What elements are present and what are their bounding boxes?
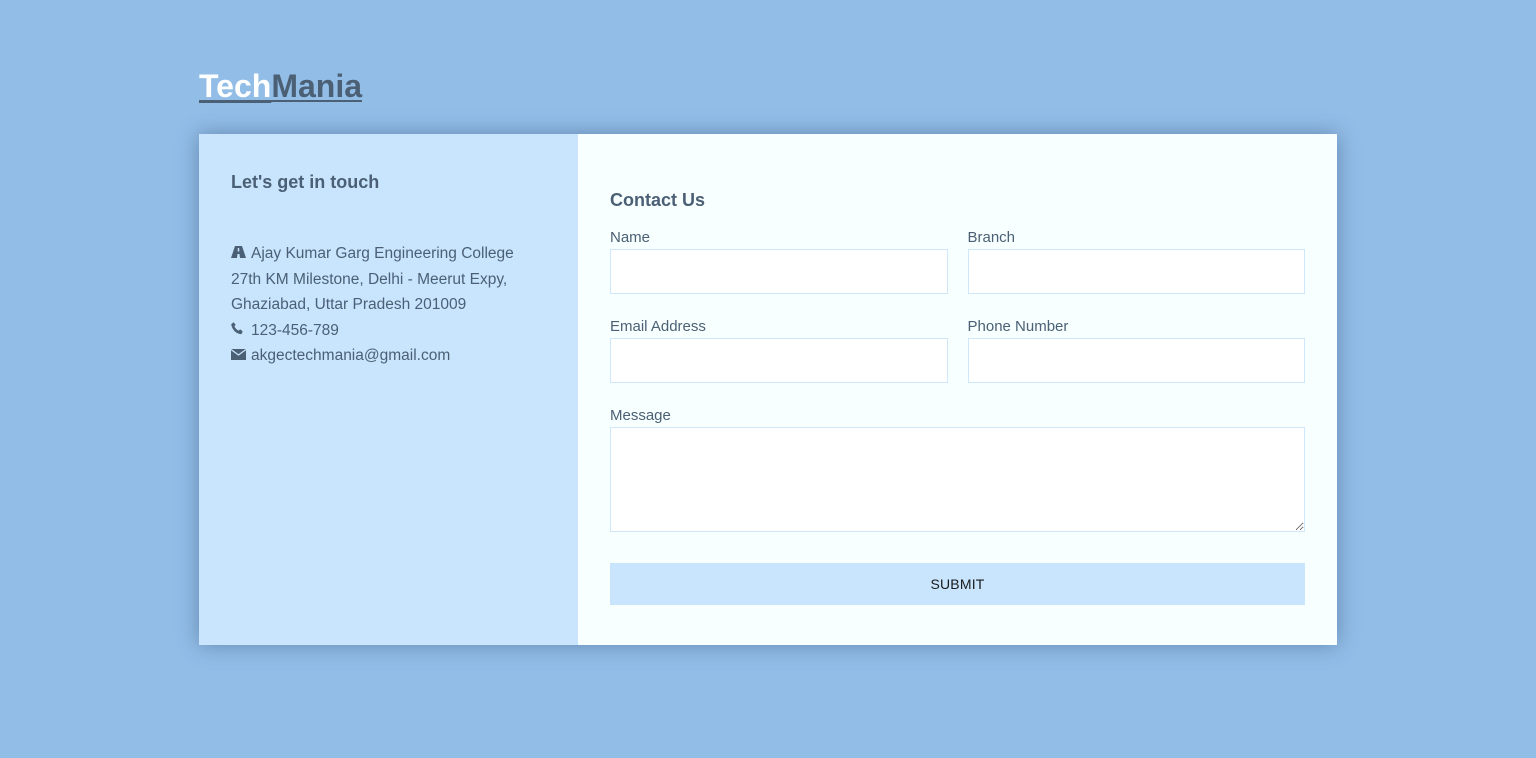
phone-line: 123-456-789 (231, 318, 546, 344)
phone-text: 123-456-789 (251, 321, 339, 339)
address-line-2: 27th KM Milestone, Delhi - Meerut Expy, (231, 267, 546, 293)
contact-card: Let's get in touch Ajay Kumar Garg Engin… (199, 134, 1337, 645)
address-text-2: 27th KM Milestone, Delhi - Meerut Expy, (231, 270, 508, 288)
form-heading: Contact Us (610, 190, 706, 210)
submit-button[interactable]: SUBMIT (610, 563, 1305, 605)
road-icon (231, 241, 247, 267)
brand-logo[interactable]: TechMania (199, 68, 362, 105)
phone-label: Phone Number (967, 318, 1069, 335)
email-input[interactable] (610, 338, 948, 383)
message-textarea[interactable] (610, 427, 1305, 532)
address-line-1: Ajay Kumar Garg Engineering College (231, 241, 546, 267)
name-label: Name (610, 229, 651, 246)
contact-info-panel: Let's get in touch Ajay Kumar Garg Engin… (199, 134, 578, 645)
address-text-3: Ghaziabad, Uttar Pradesh 201009 (231, 296, 467, 314)
branch-input[interactable] (967, 249, 1305, 294)
phone-field-group: Phone Number (967, 318, 1305, 383)
address-line-3: Ghaziabad, Uttar Pradesh 201009 (231, 292, 546, 318)
email-label: Email Address (610, 318, 706, 335)
branch-field-group: Branch (967, 229, 1305, 294)
info-heading: Let's get in touch (231, 172, 380, 192)
email-text: akgectechmania@gmail.com (251, 347, 451, 365)
message-label: Message (610, 407, 671, 424)
address-text-1: Ajay Kumar Garg Engineering College (251, 245, 514, 262)
message-field-group: Message (610, 407, 1305, 537)
brand-tech: Tech (199, 68, 272, 104)
form-row-1: Name Branch (610, 229, 1305, 294)
brand-mania: Mania (271, 68, 362, 104)
contact-form: Contact Us Name Branch Email Address Pho… (578, 134, 1337, 645)
form-row-2: Email Address Phone Number (610, 318, 1305, 383)
form-row-3: Message (610, 407, 1305, 537)
name-field-group: Name (610, 229, 948, 294)
envelope-icon (230, 343, 247, 369)
phone-input[interactable] (967, 338, 1305, 383)
email-line: akgectechmania@gmail.com (230, 343, 546, 369)
phone-icon (231, 318, 247, 344)
name-input[interactable] (610, 249, 948, 294)
branch-label: Branch (967, 229, 1016, 246)
email-field-group: Email Address (610, 318, 948, 383)
